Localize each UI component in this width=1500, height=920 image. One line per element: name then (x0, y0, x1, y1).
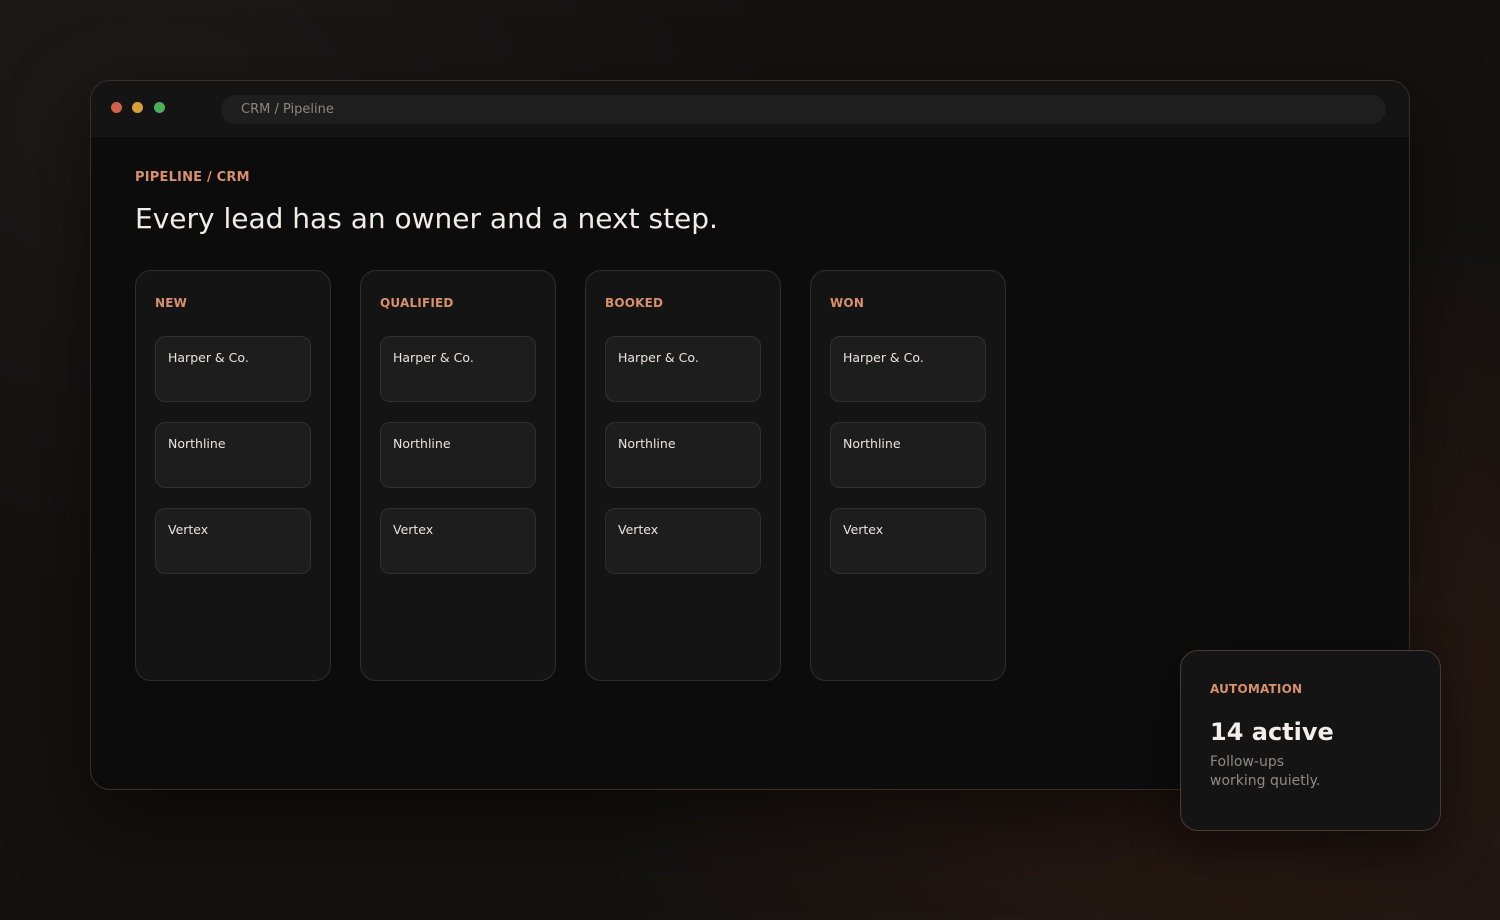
minimize-window-button[interactable] (132, 102, 143, 113)
lead-card[interactable]: Northline (380, 422, 536, 488)
column-qualified: QUALIFIED Harper & Co. Northline Vertex (360, 270, 556, 681)
automation-card: AUTOMATION 14 active Follow-ups working … (1180, 650, 1441, 831)
lead-card[interactable]: Vertex (830, 508, 986, 574)
column-title: QUALIFIED (380, 296, 454, 310)
page-eyebrow: PIPELINE / CRM (135, 170, 250, 185)
column-title: BOOKED (605, 296, 664, 310)
column-won: WON Harper & Co. Northline Vertex (810, 270, 1006, 681)
automation-description: Follow-ups working quietly. (1210, 754, 1321, 789)
address-bar[interactable]: CRM / Pipeline (221, 95, 1386, 124)
lead-card[interactable]: Vertex (380, 508, 536, 574)
lead-card[interactable]: Vertex (605, 508, 761, 574)
close-window-button[interactable] (111, 102, 122, 113)
column-title: WON (830, 296, 865, 310)
maximize-window-button[interactable] (154, 102, 165, 113)
lead-card[interactable]: Vertex (155, 508, 311, 574)
lead-card[interactable]: Northline (155, 422, 311, 488)
lead-card[interactable]: Northline (605, 422, 761, 488)
lead-card[interactable]: Harper & Co. (155, 336, 311, 402)
column-booked: BOOKED Harper & Co. Northline Vertex (585, 270, 781, 681)
lead-card[interactable]: Northline (830, 422, 986, 488)
lead-card[interactable]: Harper & Co. (380, 336, 536, 402)
lead-card[interactable]: Harper & Co. (605, 336, 761, 402)
automation-count: 14 active (1210, 718, 1334, 746)
title-bar: CRM / Pipeline (91, 81, 1409, 137)
column-new: NEW Harper & Co. Northline Vertex (135, 270, 331, 681)
lead-card[interactable]: Harper & Co. (830, 336, 986, 402)
automation-label: AUTOMATION (1210, 682, 1303, 696)
column-title: NEW (155, 296, 188, 310)
page-title: Every lead has an owner and a next step. (135, 202, 718, 235)
